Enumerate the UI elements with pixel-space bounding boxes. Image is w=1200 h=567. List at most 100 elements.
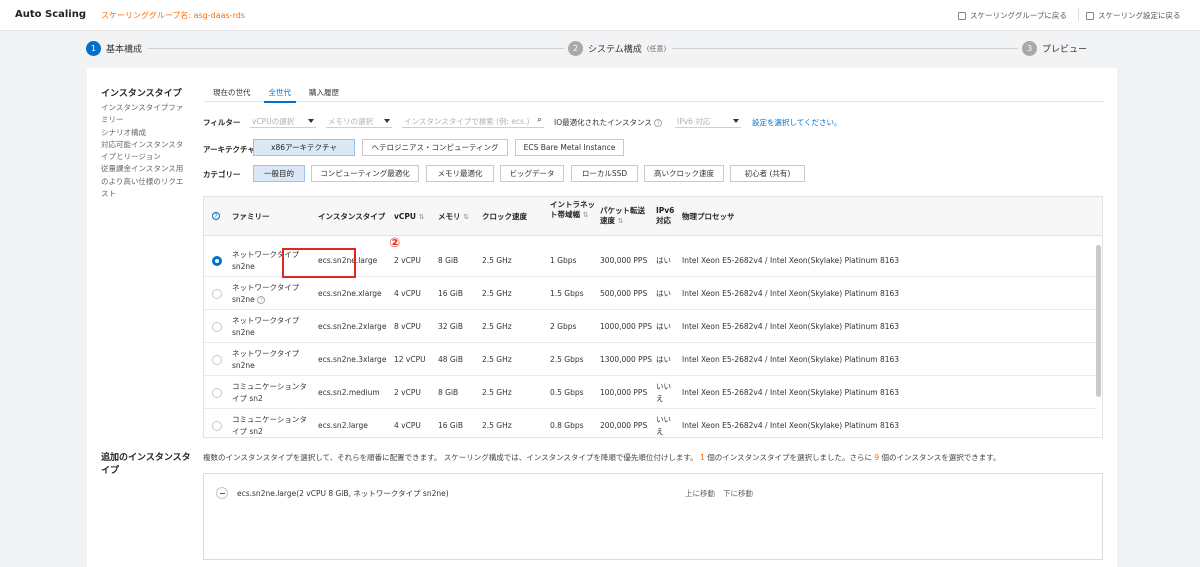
category-memory[interactable]: メモリ最適化: [426, 165, 494, 182]
search-icon[interactable]: ⌕: [537, 115, 542, 125]
cell-ipv6: はい: [656, 256, 671, 265]
cell-bandwidth: 0.8 Gbps: [550, 421, 584, 430]
move-down-button[interactable]: 下に移動: [723, 488, 753, 499]
table-row[interactable]: ネットワークタイプ sn2ne ecs.sn2ne.2xlarge 8 vCPU…: [204, 310, 1096, 343]
row-radio[interactable]: [212, 289, 222, 299]
scaling-group-name: スケーリンググループ名: asg-daas-rds: [101, 11, 245, 20]
back-icon: [958, 11, 966, 20]
cell-instance-type: ecs.sn2.large: [318, 421, 368, 430]
memory-placeholder: メモリの選択: [328, 117, 373, 126]
cell-instance-type: ecs.sn2ne.xlarge: [318, 289, 382, 298]
table-scrollbar[interactable]: [1096, 245, 1101, 397]
cell-processor: Intel Xeon E5-2682v4 / Intel Xeon(Skylak…: [682, 256, 900, 265]
cell-pps: 200,000 PPS: [600, 421, 648, 430]
sort-icon: ⇅: [463, 213, 469, 221]
step-connector: [145, 48, 565, 49]
cell-memory: 16 GiB: [438, 421, 463, 430]
step-number: 3: [1022, 41, 1037, 56]
additional-types-title: 追加のインスタンスタイプ: [101, 453, 191, 476]
cell-pps: 300,000 PPS: [600, 256, 648, 265]
header-family: ファミリー: [232, 212, 270, 221]
app-title: Auto Scaling: [15, 9, 87, 20]
divider: [1078, 8, 1079, 21]
cell-processor: Intel Xeon E5-2682v4 / Intel Xeon(Skylak…: [682, 355, 900, 364]
cell-instance-type: ecs.sn2.medium: [318, 388, 380, 397]
table-row[interactable]: ネットワークタイプ sn2ne ? ecs.sn2ne.xlarge 4 vCP…: [204, 277, 1096, 310]
arch-x86[interactable]: x86アーキテクチャ: [253, 139, 355, 156]
instance-type-title: インスタンスタイプ: [101, 89, 182, 99]
memory-select[interactable]: メモリの選択: [326, 114, 392, 128]
table-row[interactable]: コミュニケーションタイプ sn2 ecs.sn2.large 4 vCPU 16…: [204, 409, 1096, 437]
cell-processor: Intel Xeon E5-2682v4 / Intel Xeon(Skylak…: [682, 388, 900, 397]
step-number: 1: [86, 41, 101, 56]
arch-bare-metal[interactable]: ECS Bare Metal Instance: [515, 139, 624, 156]
row-radio[interactable]: [212, 355, 222, 365]
back-to-group-label: スケーリンググループに戻る: [970, 11, 1067, 20]
row-radio[interactable]: [212, 388, 222, 398]
cell-pps: 1000,000 PPS: [600, 322, 652, 331]
step-system-config[interactable]: 2 システム構成 (任意): [564, 41, 673, 56]
cell-vcpu: 4 vCPU: [394, 421, 421, 430]
step-preview[interactable]: 3 プレビュー: [1018, 41, 1094, 56]
table-row[interactable]: ネットワークタイプ sn2ne ecs.sn2ne.3xlarge 12 vCP…: [204, 343, 1096, 376]
search-placeholder: インスタンスタイプで検索 (例: ecs.): [404, 117, 530, 126]
vcpu-select[interactable]: vCPUの選択: [250, 114, 316, 128]
instance-search-input[interactable]: インスタンスタイプで検索 (例: ecs.) ⌕: [402, 114, 544, 128]
cell-processor: Intel Xeon E5-2682v4 / Intel Xeon(Skylak…: [682, 289, 900, 298]
step-basic-config[interactable]: 1 基本構成: [86, 41, 149, 56]
cell-bandwidth: 1.5 Gbps: [550, 289, 584, 298]
cell-family: コミュニケーションタイプ sn2: [232, 382, 307, 403]
cell-family: ネットワークタイプ sn2ne: [232, 316, 300, 337]
category-compute[interactable]: コンピューティング最適化: [311, 165, 419, 182]
help-icon[interactable]: ?: [257, 295, 266, 304]
tab-all-generations[interactable]: 全世代: [260, 82, 301, 103]
remove-icon[interactable]: [216, 487, 228, 499]
header-ipv6: IPv6対応: [656, 206, 675, 225]
additional-types-description: 複数のインスタンスタイプを選択して、それらを順番に配置できます。 スケーリング構…: [203, 452, 1000, 463]
config-card: インスタンスタイプ インスタンスタイプファ ミリー シナリオ構成 対応可能インスタンス…: [87, 68, 1117, 567]
desc-mid: 個のインスタンスタイプを選択しました。さらに: [707, 453, 872, 462]
cell-memory: 32 GiB: [438, 322, 463, 331]
tab-purchase-history[interactable]: 購入履歴: [300, 82, 348, 102]
io-optimized-filter: IO最適化されたインスタンス ?: [554, 117, 663, 128]
cell-family: ネットワークタイプ sn2ne ?: [232, 282, 312, 305]
cell-memory: 48 GiB: [438, 355, 463, 364]
cell-processor: Intel Xeon E5-2682v4 / Intel Xeon(Skylak…: [682, 421, 900, 430]
select-settings-link[interactable]: 設定を選択してください。: [752, 117, 842, 128]
header-memory[interactable]: メモリ ⇅: [438, 212, 469, 222]
header-pps[interactable]: パケット転送速度 ⇅: [600, 206, 648, 226]
header-processor: 物理プロセッサ: [682, 212, 735, 221]
tab-current-generation[interactable]: 現在の世代: [204, 82, 260, 102]
cell-family: コミュニケーションタイプ sn2: [232, 415, 307, 436]
sort-icon: ⇅: [582, 211, 589, 219]
cell-clock: 2.5 GHz: [482, 355, 512, 364]
category-local-ssd[interactable]: ローカルSSD: [571, 165, 638, 182]
category-shared[interactable]: 初心者 (共有): [730, 165, 805, 182]
header-bandwidth[interactable]: イントラネット帯域幅 ⇅: [550, 200, 598, 220]
arch-heterogeneous[interactable]: ヘテロジニアス・コンピューティング: [362, 139, 508, 156]
architecture-label: アーキテクチャ: [203, 145, 255, 154]
header-vcpu-label: vCPU: [394, 212, 416, 221]
back-to-config-link[interactable]: スケーリング設定に戻る: [1086, 10, 1181, 21]
cell-family-text: ネットワークタイプ sn2ne: [232, 283, 300, 304]
row-radio[interactable]: [212, 421, 222, 431]
back-to-group-link[interactable]: スケーリンググループに戻る: [958, 10, 1067, 21]
category-high-clock[interactable]: 高いクロック速度: [644, 165, 724, 182]
step-optional-tag: (任意): [646, 44, 667, 53]
ipv6-select[interactable]: IPv6 対応: [675, 114, 741, 128]
cell-instance-type: ecs.sn2ne.3xlarge: [318, 355, 387, 364]
back-to-config-label: スケーリング設定に戻る: [1098, 11, 1181, 20]
row-radio[interactable]: [212, 322, 222, 332]
row-radio[interactable]: [212, 256, 222, 266]
help-icon[interactable]: ?: [654, 119, 663, 127]
category-big-data[interactable]: ビッグデータ: [500, 165, 564, 182]
wizard-steps: 1 基本構成 2 システム構成 (任意) 3 プレビュー: [0, 31, 1200, 68]
category-general[interactable]: 一般目的: [253, 165, 305, 182]
cell-bandwidth: 0.5 Gbps: [550, 388, 584, 397]
move-up-button[interactable]: 上に移動: [685, 488, 715, 499]
instance-type-table: ? ファミリー インスタンスタイプ vCPU ⇅ メモリ ⇅ クロック速度 イン…: [203, 196, 1103, 438]
table-row[interactable]: コミュニケーションタイプ sn2 ecs.sn2.medium 2 vCPU 8…: [204, 376, 1096, 409]
header-vcpu[interactable]: vCPU ⇅: [394, 212, 424, 222]
help-icon[interactable]: ?: [212, 212, 220, 220]
cell-bandwidth: 2.5 Gbps: [550, 355, 584, 364]
